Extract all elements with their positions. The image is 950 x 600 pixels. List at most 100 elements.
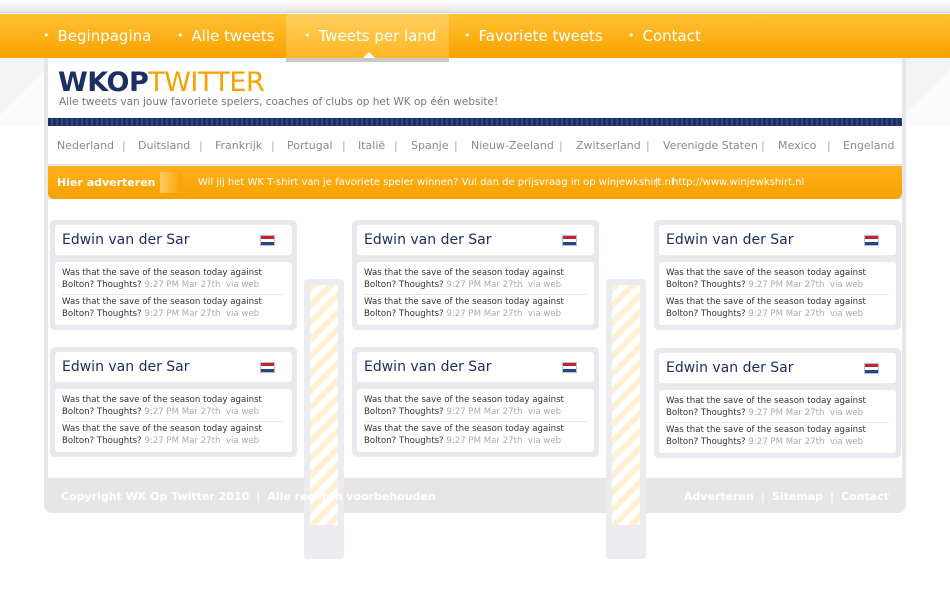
tweet-source: via web <box>225 279 260 290</box>
tweet-source: via web <box>225 435 260 446</box>
tweet-item: Was that the save of the season today ag… <box>62 421 285 450</box>
site-logo[interactable]: WKOPTWITTER <box>58 67 265 98</box>
player-card-header[interactable]: Edwin van der Sar <box>357 225 594 255</box>
player-name[interactable]: Edwin van der Sar <box>666 353 794 383</box>
country-separator: | <box>559 139 563 152</box>
player-card-header[interactable]: Edwin van der Sar <box>55 352 292 382</box>
nav-bullet: • <box>304 29 311 42</box>
player-card: Edwin van der Sar Was that the save of t… <box>654 220 901 330</box>
footer-separator: | <box>830 490 835 503</box>
player-card-header[interactable]: Edwin van der Sar <box>659 225 896 255</box>
tweet-time[interactable]: 9:27 PM Mar 27th <box>446 309 522 319</box>
tweet-time[interactable]: 9:27 PM Mar 27th <box>748 309 824 319</box>
logo-part-1: WKOP <box>58 67 149 98</box>
country-separator: | <box>122 139 126 152</box>
country-link-nederland[interactable]: Nederland <box>57 126 114 165</box>
tweet-time[interactable]: 9:27 PM Mar 27th <box>446 436 522 446</box>
tweet-time[interactable]: 9:27 PM Mar 27th <box>446 280 522 290</box>
nav-bullet: • <box>43 29 50 42</box>
nav-item-label: Contact <box>642 27 701 45</box>
footer-separator: | <box>760 490 765 503</box>
tweet-source: via web <box>829 279 864 290</box>
column-divider <box>304 279 344 559</box>
player-card-header[interactable]: Edwin van der Sar <box>357 352 594 382</box>
nav-item-alle-tweets[interactable]: • Alle tweets <box>177 14 274 58</box>
country-link-spanje[interactable]: Spanje <box>411 126 449 165</box>
player-name[interactable]: Edwin van der Sar <box>666 225 794 255</box>
player-name[interactable]: Edwin van der Sar <box>364 225 492 255</box>
country-link-italie[interactable]: Italië <box>358 126 385 165</box>
tweet-item: Was that the save of the season today ag… <box>62 294 285 323</box>
country-link-zwitserland[interactable]: Zwitserland <box>576 126 641 165</box>
tweet-list: Was that the save of the season today ag… <box>357 262 594 325</box>
tweet-item: Was that the save of the season today ag… <box>364 294 587 323</box>
footer-link-contact[interactable]: Contact <box>841 490 889 503</box>
header-stripe <box>48 118 902 126</box>
tweet-time[interactable]: 9:27 PM Mar 27th <box>748 437 824 447</box>
nav-item-label: Alle tweets <box>191 27 275 45</box>
netherlands-flag-icon <box>260 235 275 246</box>
tweet-time[interactable]: 9:27 PM Mar 27th <box>144 309 220 319</box>
country-link-portugal[interactable]: Portugal <box>287 126 333 165</box>
footer-links: Adverteren | Sitemap | Contact <box>684 480 889 513</box>
player-name[interactable]: Edwin van der Sar <box>62 352 190 382</box>
player-name[interactable]: Edwin van der Sar <box>364 352 492 382</box>
tweet-item: Was that the save of the season today ag… <box>364 393 587 421</box>
tweet-list: Was that the save of the season today ag… <box>55 262 292 325</box>
footer-copyright: Copyright WK Op Twitter 2010 | Alle rechte… <box>61 480 436 513</box>
footer-link-sitemap[interactable]: Sitemap <box>772 490 823 503</box>
footer-link-adverteren[interactable]: Adverteren <box>684 490 754 503</box>
country-link-nieuw-zeeland[interactable]: Nieuw-Zeeland <box>471 126 554 165</box>
country-link-duitsland[interactable]: Duitsland <box>138 126 190 165</box>
netherlands-flag-icon <box>864 235 879 246</box>
player-card: Edwin van der Sar Was that the save of t… <box>352 220 599 330</box>
tweet-source: via web <box>829 308 864 319</box>
country-link-frankrijk[interactable]: Frankrijk <box>215 126 262 165</box>
tweet-source: via web <box>225 308 260 319</box>
footer-separator: | <box>256 490 261 503</box>
player-name[interactable]: Edwin van der Sar <box>62 225 190 255</box>
ad-url-link[interactable]: http://www.winjewkshirt.nl <box>672 166 804 199</box>
country-separator: | <box>394 139 398 152</box>
country-separator: | <box>199 139 203 152</box>
top-strip <box>0 0 950 13</box>
nav-bullet: • <box>464 29 471 42</box>
tweet-source: via web <box>527 308 562 319</box>
player-card-header[interactable]: Edwin van der Sar <box>659 353 896 383</box>
tweet-item: Was that the save of the season today ag… <box>364 266 587 294</box>
column-divider <box>606 279 646 559</box>
main-nav: • Beginpagina • Alle tweets • Tweets per la… <box>0 14 950 58</box>
country-link-mexico[interactable]: Mexico <box>778 126 816 165</box>
tweet-time[interactable]: 9:27 PM Mar 27th <box>144 280 220 290</box>
tweet-item: Was that the save of the season today ag… <box>666 294 889 323</box>
tweet-source: via web <box>527 406 562 417</box>
tweet-time[interactable]: 9:27 PM Mar 27th <box>748 408 824 418</box>
tweet-list: Was that the save of the season today ag… <box>659 390 896 453</box>
tweet-source: via web <box>829 436 864 447</box>
nav-item-beginpagina[interactable]: • Beginpagina <box>43 14 151 58</box>
site-header: WKOPTWITTER Alle tweets van jouw favorie… <box>48 58 902 118</box>
country-link-engeland[interactable]: Engeland <box>843 126 894 165</box>
country-link-verenigde-staten[interactable]: Verenigde Staten <box>663 126 758 165</box>
country-separator: | <box>646 139 650 152</box>
netherlands-flag-icon <box>260 362 275 373</box>
ad-text-link[interactable]: Wil jij het WK T-shirt van je favoriete … <box>198 166 674 199</box>
tweet-time[interactable]: 9:27 PM Mar 27th <box>748 280 824 290</box>
tweet-item: Was that the save of the season today ag… <box>666 422 889 451</box>
tweet-time[interactable]: 9:27 PM Mar 27th <box>144 436 220 446</box>
tweet-time[interactable]: 9:27 PM Mar 27th <box>446 407 522 417</box>
netherlands-flag-icon <box>562 362 577 373</box>
netherlands-flag-icon <box>562 235 577 246</box>
nav-item-label: Favoriete tweets <box>478 27 603 45</box>
ad-separator: | <box>655 177 659 188</box>
netherlands-flag-icon <box>864 363 879 374</box>
nav-item-favoriete-tweets[interactable]: • Favoriete tweets <box>464 14 603 58</box>
nav-item-contact[interactable]: • Contact <box>628 14 701 58</box>
player-card: Edwin van der Sar Was that the save of t… <box>50 220 297 330</box>
tweet-source: via web <box>829 407 864 418</box>
country-separator: | <box>271 139 275 152</box>
nav-bullet: • <box>177 29 184 42</box>
tweet-time[interactable]: 9:27 PM Mar 27th <box>144 407 220 417</box>
player-card-header[interactable]: Edwin van der Sar <box>55 225 292 255</box>
ad-label-link[interactable]: Hier adverteren <box>57 166 155 199</box>
